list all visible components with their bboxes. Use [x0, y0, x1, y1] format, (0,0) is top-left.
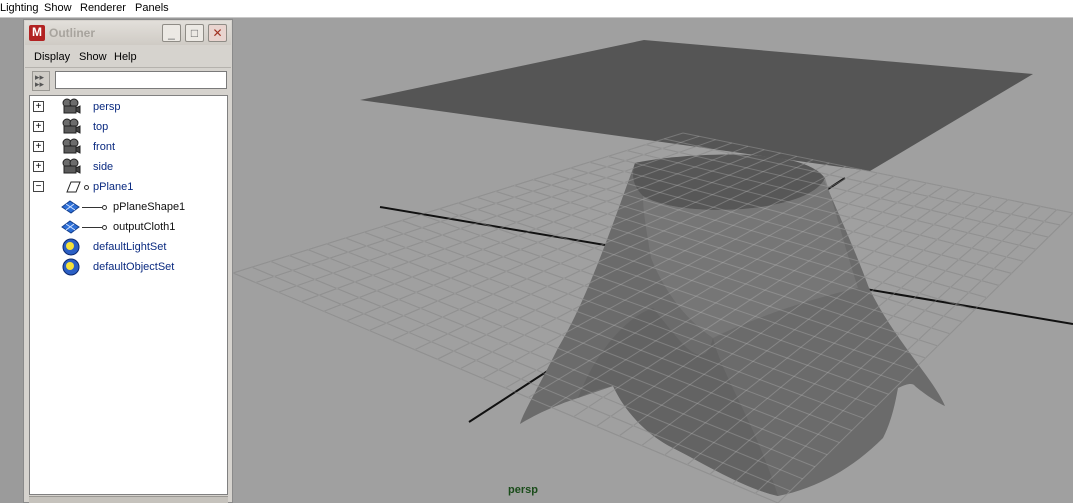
camera-icon: [61, 138, 81, 156]
hierarchy-connector: [82, 227, 102, 228]
maximize-button[interactable]: □: [185, 24, 204, 42]
outliner-item-label: defaultObjectSet: [93, 261, 175, 273]
camera-icon: [61, 118, 81, 136]
horizontal-scrollbar[interactable]: [29, 496, 228, 503]
close-button[interactable]: ✕: [208, 24, 227, 42]
expand-icon[interactable]: +: [33, 141, 44, 152]
outliner-item-defaultObjectSet[interactable]: defaultObjectSet: [30, 257, 227, 277]
outliner-item-top[interactable]: + top: [30, 117, 227, 137]
outliner-item-label: persp: [93, 101, 121, 113]
outliner-item-persp[interactable]: + persp: [30, 97, 227, 117]
camera-name-label: persp: [508, 484, 538, 496]
outliner-item-outputCloth1[interactable]: outputCloth1: [30, 217, 227, 237]
viewport-scene[interactable]: [233, 18, 1073, 503]
outliner-tree[interactable]: + persp + top + front + side − pPlane1 pPlaneShape…: [29, 95, 228, 495]
transform-icon: [62, 178, 82, 196]
hierarchy-dot: [102, 225, 107, 230]
outliner-item-label: defaultLightSet: [93, 241, 167, 253]
hierarchy-dot: [84, 185, 89, 190]
mesh-shape-icon: [61, 198, 81, 216]
main-menubar: Lighting Show Renderer Panels: [0, 0, 1073, 18]
outliner-item-label: front: [93, 141, 116, 153]
minimize-button[interactable]: _: [162, 24, 181, 42]
menu-renderer[interactable]: Renderer: [80, 2, 126, 14]
mesh-shape-icon: [61, 218, 81, 236]
collapse-icon[interactable]: −: [33, 181, 44, 192]
filter-input[interactable]: [55, 71, 227, 89]
outliner-item-pPlaneShape1[interactable]: pPlaneShape1: [30, 197, 227, 217]
outliner-titlebar[interactable]: M Outliner _ □ ✕: [25, 21, 231, 45]
outliner-item-label: pPlane1: [93, 181, 134, 193]
maya-app-icon: M: [29, 25, 45, 41]
maximize-icon: □: [190, 26, 199, 40]
outliner-item-front[interactable]: + front: [30, 137, 227, 157]
outliner-item-defaultLightSet[interactable]: defaultLightSet: [30, 237, 227, 257]
outliner-item-label: pPlaneShape1: [113, 201, 186, 213]
expand-icon[interactable]: +: [33, 161, 44, 172]
outliner-item-label: outputCloth1: [113, 221, 176, 233]
menu-display[interactable]: Display: [34, 51, 70, 63]
hierarchy-connector: [82, 207, 102, 208]
close-icon: ✕: [212, 26, 223, 40]
outliner-item-label: side: [93, 161, 114, 173]
outliner-menubar: Display Show Help: [25, 47, 231, 68]
outliner-item-label: top: [93, 121, 109, 133]
object-set-icon: [61, 258, 81, 276]
menu-lighting[interactable]: Lighting: [0, 2, 39, 14]
window-title: Outliner: [49, 26, 96, 40]
menu-help[interactable]: Help: [114, 51, 137, 63]
collider-plane[interactable]: [360, 40, 1033, 171]
expand-icon[interactable]: +: [33, 121, 44, 132]
menu-panels[interactable]: Panels: [135, 2, 169, 14]
filter-menu-icon[interactable]: ▸▸ ▸▸: [32, 71, 50, 91]
outliner-item-side[interactable]: + side: [30, 157, 227, 177]
object-set-icon: [61, 238, 81, 256]
camera-icon: [61, 158, 81, 176]
filter-row: ▸▸ ▸▸: [28, 70, 228, 92]
perspective-viewport[interactable]: persp: [233, 18, 1073, 503]
menu-show[interactable]: Show: [44, 2, 72, 14]
camera-icon: [61, 98, 81, 116]
hierarchy-dot: [102, 205, 107, 210]
menu-outliner-show[interactable]: Show: [79, 51, 107, 63]
outliner-item-pPlane1[interactable]: − pPlane1: [30, 177, 227, 197]
cloth-mesh[interactable]: [520, 154, 945, 496]
expand-icon[interactable]: +: [33, 101, 44, 112]
outliner-window[interactable]: M Outliner _ □ ✕ Display Show Help ▸▸ ▸▸ …: [23, 19, 233, 503]
minimize-icon: _: [168, 26, 175, 40]
